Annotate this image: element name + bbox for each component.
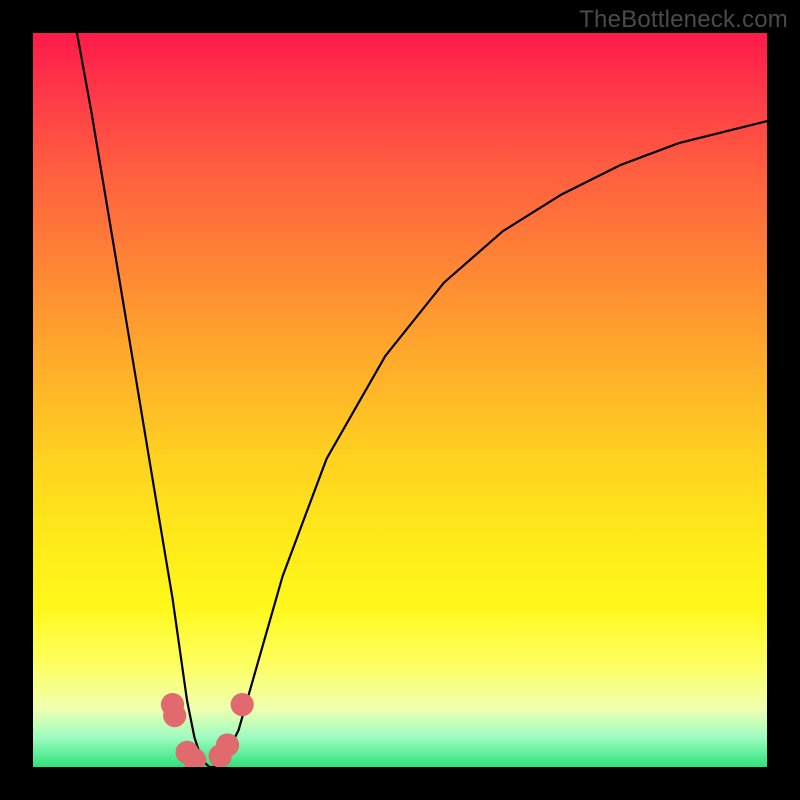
- plot-area: [33, 33, 767, 767]
- curve-marker: [231, 693, 254, 716]
- curve-marker: [216, 733, 239, 756]
- bottleneck-curve: [33, 33, 767, 767]
- curve-marker: [163, 704, 186, 727]
- watermark-text: TheBottleneck.com: [579, 6, 788, 34]
- chart-frame: TheBottleneck.com: [0, 0, 800, 800]
